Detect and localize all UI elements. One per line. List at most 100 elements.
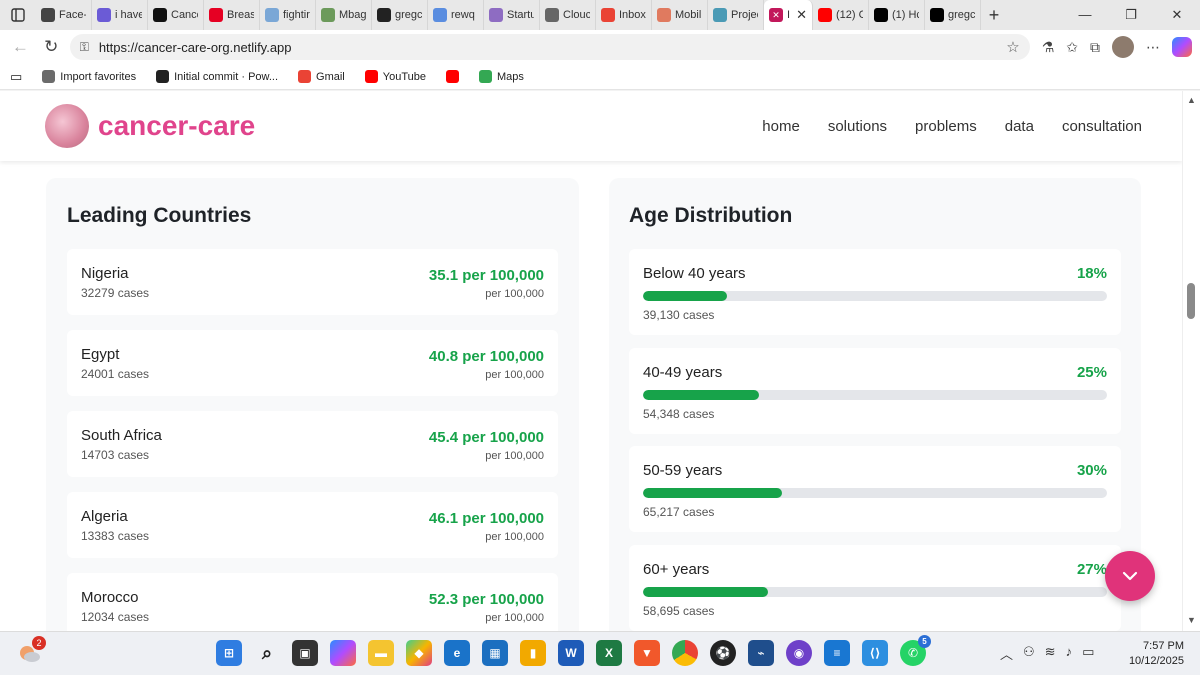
page-scrollbar[interactable]: ▲ ▼ [1182, 91, 1200, 631]
minimize-icon[interactable]: — [1062, 7, 1108, 23]
collections-icon[interactable]: ⧉ [1090, 39, 1100, 56]
soccer-app-icon[interactable]: ⚽ [710, 640, 736, 666]
favorite-item[interactable]: YouTube [364, 70, 426, 83]
age-group-cases: 54,348 cases [643, 406, 715, 421]
scroll-down-arrow-icon[interactable]: ▼ [1187, 615, 1196, 625]
brave-icon[interactable]: ▼ [634, 640, 660, 666]
site-header: cancer-care home solutions problems data con… [0, 91, 1182, 161]
tab[interactable]: Projec [708, 0, 764, 30]
tab[interactable]: Cance [148, 0, 204, 30]
clock[interactable]: 7:57 PM 10/12/2025 [1129, 639, 1184, 669]
power-bi-icon[interactable]: ▮ [520, 640, 546, 666]
tab-actions-button[interactable] [0, 0, 36, 30]
nav-link-home[interactable]: home [762, 118, 800, 135]
chrome-icon[interactable] [672, 640, 698, 666]
tab-favicon-icon [657, 8, 671, 22]
tab[interactable]: Inbox [596, 0, 652, 30]
profile-avatar-icon[interactable] [1111, 36, 1134, 58]
nav-link-solutions[interactable]: solutions [828, 118, 887, 135]
store-icon[interactable]: ▦ [482, 640, 508, 666]
weather-widget[interactable]: 2 [16, 636, 46, 666]
age-progress-track [643, 291, 1107, 301]
battery-icon[interactable]: ▭ [1082, 644, 1094, 663]
favorites-bar: ▭ Import favorites Initial commit · Pow..… [0, 64, 1200, 90]
tab-favicon-icon [601, 8, 615, 22]
tray-expand-icon[interactable]: ︿ [1000, 644, 1013, 663]
tab-active[interactable]: ✕ I ✕ [764, 0, 813, 30]
tab-favicon-icon [321, 8, 335, 22]
search-icon[interactable]: ⌕ [254, 640, 280, 666]
tab[interactable]: Breas [204, 0, 260, 30]
edge-icon[interactable]: e [444, 640, 470, 666]
new-tab-button[interactable]: + [981, 5, 1007, 26]
age-title: Age Distribution [629, 204, 793, 227]
tab[interactable]: Mobil [652, 0, 708, 30]
tab[interactable]: rewq [428, 0, 484, 30]
tab-close-icon[interactable]: ✕ [796, 7, 807, 23]
tab[interactable]: Startu [484, 0, 540, 30]
tab-favicon-icon [153, 8, 167, 22]
favorites-icon[interactable]: ✩ [1066, 39, 1078, 56]
terminal-app-icon[interactable]: ⌁ [748, 640, 774, 666]
github-desktop-icon[interactable]: ◉ [786, 640, 812, 666]
favorite-item[interactable]: Gmail [298, 70, 345, 83]
nav-link-problems[interactable]: problems [915, 118, 977, 135]
whatsapp-icon[interactable]: ✆ 5 [900, 635, 931, 666]
favorite-item[interactable]: Maps [479, 70, 524, 83]
age-group-label: 60+ years [643, 560, 710, 578]
tab-favicon-icon [545, 8, 559, 22]
country-row: Egypt 24001 cases 40.8 per 100,000 per 100,… [67, 330, 558, 396]
tab[interactable]: Clouc [540, 0, 596, 30]
word-icon[interactable]: W [558, 640, 584, 666]
restore-icon[interactable]: ❐ [1108, 7, 1154, 23]
tab[interactable]: (12) C [813, 0, 869, 30]
vscode-icon[interactable]: ⟨⟩ [862, 640, 888, 666]
start-icon[interactable]: ⊞ [216, 640, 242, 666]
favorite-icon [446, 70, 459, 83]
tray-app-icon[interactable]: ⚇ [1023, 644, 1035, 663]
excel-icon[interactable]: X [596, 640, 622, 666]
favorite-item[interactable] [446, 70, 459, 83]
reading-view-icon[interactable]: ▭ [10, 69, 22, 85]
site-info-icon[interactable]: ⚿ [80, 40, 89, 55]
notification-badge: 2 [32, 636, 46, 650]
more-menu-icon[interactable]: ⋯ [1146, 39, 1160, 56]
country-name: South Africa [81, 427, 162, 444]
close-window-icon[interactable]: ✕ [1154, 7, 1200, 23]
tab[interactable]: gregc [372, 0, 428, 30]
copilot-icon[interactable] [1171, 37, 1192, 57]
volume-icon[interactable]: ♪ [1066, 644, 1073, 663]
scroll-up-arrow-icon[interactable]: ▲ [1187, 95, 1196, 105]
task-view-icon[interactable]: ▣ [292, 640, 318, 666]
file-explorer-icon[interactable]: ▬ [368, 640, 394, 666]
scroll-down-button[interactable] [1105, 551, 1155, 601]
notepad-icon[interactable]: ≡ [824, 640, 850, 666]
back-icon[interactable]: ← [8, 37, 33, 57]
nav-link-consultation[interactable]: consultation [1062, 118, 1142, 135]
refresh-icon[interactable]: ↻ [39, 37, 64, 57]
country-rate-unit: per 100,000 [485, 612, 544, 624]
tab-strip: Face-i have Cance Breas fightir Mbag gregc rew… [36, 0, 764, 30]
country-rate: 52.3 per 100,000 [428, 591, 544, 608]
scroll-thumb[interactable] [1187, 283, 1195, 319]
brand-name[interactable]: cancer-care [98, 110, 255, 142]
tab[interactable]: Mbag [316, 0, 372, 30]
whatsapp-badge: 5 [918, 635, 931, 648]
tab[interactable]: gregc [925, 0, 981, 30]
logo-image[interactable] [45, 104, 89, 148]
favorite-item[interactable]: Initial commit · Pow... [156, 70, 278, 83]
url-field[interactable]: ⚿ https://cancer-care-org.netlify.app ☆ [69, 34, 1030, 60]
extensions-icon[interactable]: ⚗ [1042, 39, 1055, 56]
taskbar-apps: ⊞ ⌕ ▣ ▬ ◆ e ▦ ▮ W X ▼ ⚽ ⌁ ◉ ≡ ⟨⟩ ✆ 5 [216, 635, 931, 666]
favorite-icon [364, 70, 378, 83]
nav-link-data[interactable]: data [1005, 118, 1034, 135]
tab[interactable]: i have [92, 0, 148, 30]
photos-icon[interactable]: ◆ [406, 640, 432, 666]
favorite-item[interactable]: Import favorites [42, 70, 136, 83]
tab[interactable]: fightir [260, 0, 316, 30]
favorite-star-icon[interactable]: ☆ [1006, 38, 1019, 56]
copilot-app-icon[interactable] [330, 640, 356, 666]
wifi-icon[interactable]: ≋ [1045, 644, 1056, 663]
tab[interactable]: (1) Hc [869, 0, 925, 30]
tab[interactable]: Face- [36, 0, 92, 30]
